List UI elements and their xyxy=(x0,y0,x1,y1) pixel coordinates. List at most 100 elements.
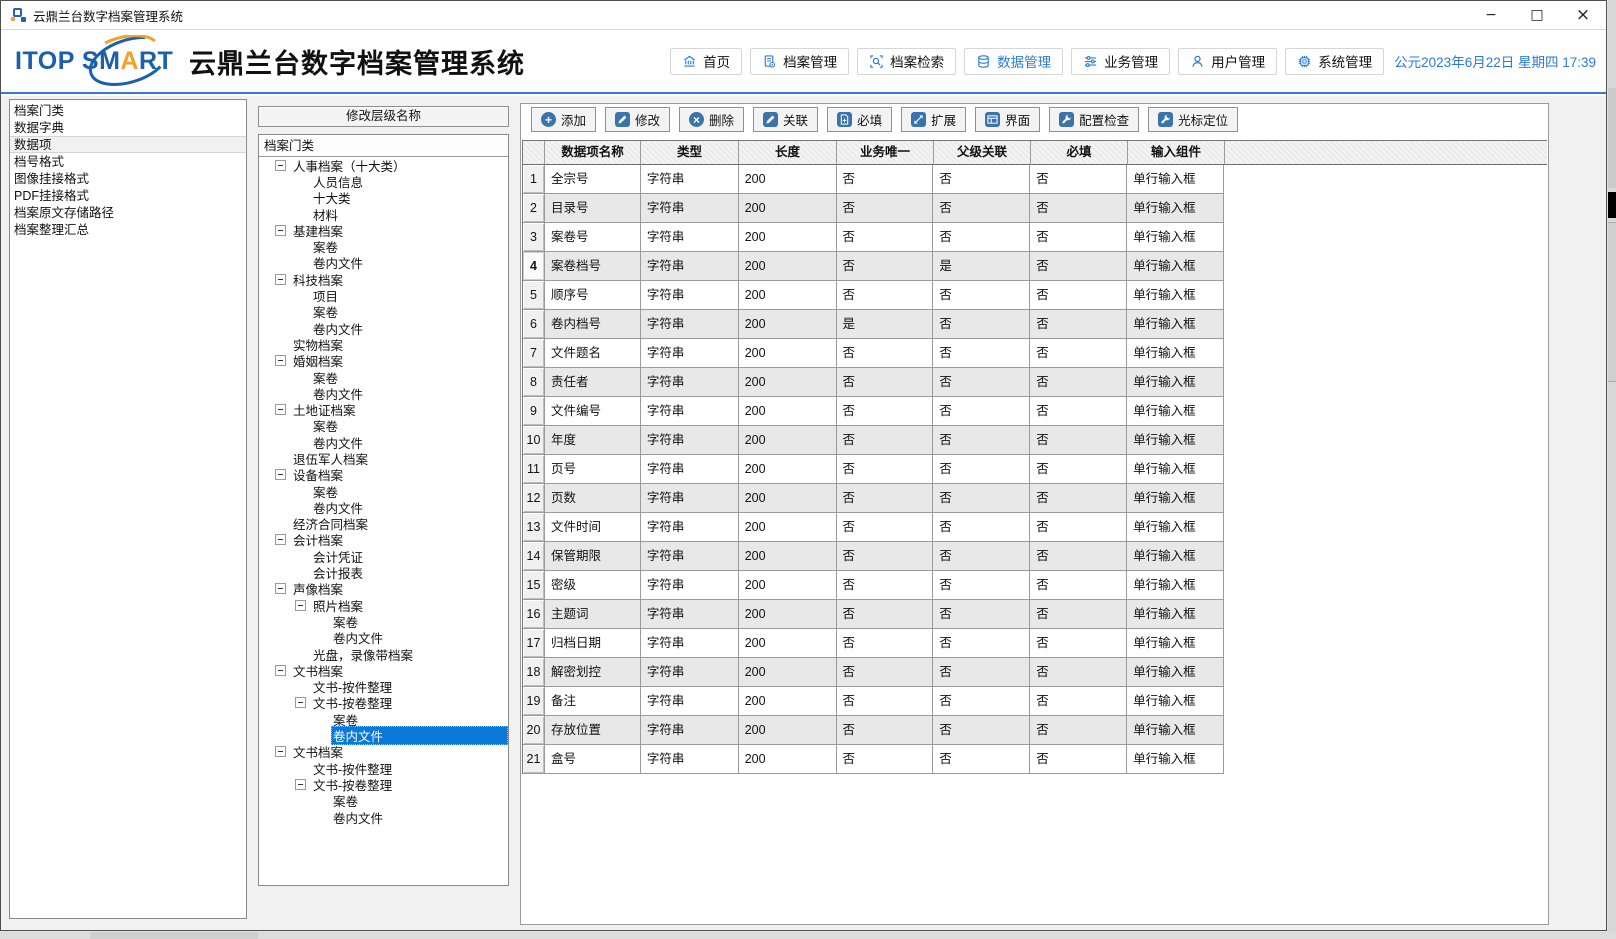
tree-node[interactable]: 案卷 xyxy=(259,793,508,809)
row-number-cell[interactable]: 11 xyxy=(523,455,545,484)
table-row[interactable]: 18解密划控字符串200否否否单行输入框 xyxy=(522,658,1224,687)
tree-node[interactable]: 卷内文件 xyxy=(259,630,508,646)
table-row[interactable]: 4案卷档号字符串200否是否单行输入框 xyxy=(522,252,1224,281)
tree-node[interactable]: 材料 xyxy=(259,206,508,222)
config-check-button[interactable]: 配置检查 xyxy=(1049,107,1139,132)
row-number-cell[interactable]: 19 xyxy=(523,687,545,716)
tree-node[interactable]: 会计报表 xyxy=(259,564,508,580)
table-row[interactable]: 12页数字符串200否否否单行输入框 xyxy=(522,484,1224,513)
column-header[interactable]: 长度 xyxy=(739,141,837,165)
sidebar-item[interactable]: PDF挂接格式 xyxy=(10,187,246,204)
tree-expand-toggle[interactable] xyxy=(295,779,306,790)
tree-node[interactable]: 会计档案 xyxy=(259,532,508,548)
row-number-cell[interactable]: 21 xyxy=(523,745,545,774)
nav-button-data[interactable]: 数据管理 xyxy=(964,48,1063,75)
tree-node[interactable]: 科技档案 xyxy=(259,271,508,287)
table-row[interactable]: 11页号字符串200否否否单行输入框 xyxy=(522,455,1224,484)
row-number-cell[interactable]: 16 xyxy=(523,600,545,629)
tree-expand-toggle[interactable] xyxy=(275,404,286,415)
table-row[interactable]: 10年度字符串200否否否单行输入框 xyxy=(522,426,1224,455)
table-row[interactable]: 8责任者字符串200否否否单行输入框 xyxy=(522,368,1224,397)
tree-node[interactable]: 文书-按件整理 xyxy=(259,760,508,776)
nav-button-archive[interactable]: 档案管理 xyxy=(750,48,849,75)
nav-button-home[interactable]: 首页 xyxy=(670,48,742,75)
title-bar[interactable]: 云鼎兰台数字档案管理系统 − □ × xyxy=(1,1,1606,30)
table-row[interactable]: 6卷内档号字符串200是否否单行输入框 xyxy=(522,310,1224,339)
tree-node[interactable]: 声像档案 xyxy=(259,581,508,597)
sidebar-item[interactable]: 档案原文存储路径 xyxy=(10,204,246,221)
row-number-cell[interactable]: 5 xyxy=(523,281,545,310)
row-number-cell[interactable]: 18 xyxy=(523,658,545,687)
tree-node[interactable]: 案卷 xyxy=(259,238,508,254)
tree-expand-toggle[interactable] xyxy=(275,534,286,545)
column-header[interactable]: 输入组件 xyxy=(1128,141,1225,165)
tree-expand-toggle[interactable] xyxy=(295,697,306,708)
edit-button[interactable]: 修改 xyxy=(605,107,670,132)
table-row[interactable]: 21盒号字符串200否否否单行输入框 xyxy=(522,745,1224,774)
row-number-cell[interactable]: 1 xyxy=(523,165,545,194)
tree-node[interactable]: 文书档案 xyxy=(259,744,508,760)
tree-expand-toggle[interactable] xyxy=(295,600,306,611)
row-number-cell[interactable]: 15 xyxy=(523,571,545,600)
tree-node[interactable]: 会计凭证 xyxy=(259,548,508,564)
tree-node[interactable]: 卷内文件 xyxy=(259,809,508,825)
tree-expand-toggle[interactable] xyxy=(275,469,286,480)
row-number-cell[interactable]: 9 xyxy=(523,397,545,426)
close-button[interactable]: × xyxy=(1560,1,1606,29)
tree-node[interactable]: 十大类 xyxy=(259,190,508,206)
tree-node[interactable]: 退伍军人档案 xyxy=(259,450,508,466)
rename-level-button[interactable]: 修改层级名称 xyxy=(258,106,509,127)
nav-button-search[interactable]: 档案检索 xyxy=(857,48,956,75)
tree-node[interactable]: 案卷 xyxy=(259,483,508,499)
tree-node[interactable]: 基建档案 xyxy=(259,222,508,238)
tree-expand-toggle[interactable] xyxy=(275,225,286,236)
tree-node[interactable]: 人员信息 xyxy=(259,173,508,189)
column-header[interactable]: 父级关联 xyxy=(934,141,1031,165)
tree-node[interactable]: 经济合同档案 xyxy=(259,516,508,532)
tree-node[interactable]: 婚姻档案 xyxy=(259,353,508,369)
nav-button-user[interactable]: 用户管理 xyxy=(1178,48,1277,75)
table-row[interactable]: 17归档日期字符串200否否否单行输入框 xyxy=(522,629,1224,658)
table-row[interactable]: 14保管期限字符串200否否否单行输入框 xyxy=(522,542,1224,571)
tree-node[interactable]: 案卷 xyxy=(259,369,508,385)
tree-node[interactable]: 照片档案 xyxy=(259,597,508,613)
tree-node[interactable]: 案卷 xyxy=(259,613,508,629)
maximize-button[interactable]: □ xyxy=(1514,1,1560,29)
nav-button-system[interactable]: 系统管理 xyxy=(1285,48,1384,75)
tree-node[interactable]: 文书-按卷整理 xyxy=(259,695,508,711)
table-row[interactable]: 2目录号字符串200否否否单行输入框 xyxy=(522,194,1224,223)
tree-node[interactable]: 设备档案 xyxy=(259,467,508,483)
row-number-cell[interactable]: 13 xyxy=(523,513,545,542)
table-row[interactable]: 9文件编号字符串200否否否单行输入框 xyxy=(522,397,1224,426)
tree-expand-toggle[interactable] xyxy=(275,160,286,171)
table-row[interactable]: 15密级字符串200否否否单行输入框 xyxy=(522,571,1224,600)
tree-node[interactable]: 卷内文件 xyxy=(259,320,508,336)
sidebar-item[interactable]: 档号格式 xyxy=(10,153,246,170)
sidebar-item[interactable]: 档案整理汇总 xyxy=(10,221,246,238)
tree-node[interactable]: 卷内文件 xyxy=(259,255,508,271)
tree-node[interactable]: 卷内文件 xyxy=(259,434,508,450)
extend-button[interactable]: 扩展 xyxy=(901,107,966,132)
nav-button-business[interactable]: 业务管理 xyxy=(1071,48,1170,75)
sidebar-item[interactable]: 图像挂接格式 xyxy=(10,170,246,187)
row-number-cell[interactable]: 12 xyxy=(523,484,545,513)
row-number-cell[interactable]: 17 xyxy=(523,629,545,658)
add-button[interactable]: +添加 xyxy=(531,107,596,132)
tree-expand-toggle[interactable] xyxy=(275,746,286,757)
table-row[interactable]: 20存放位置字符串200否否否单行输入框 xyxy=(522,716,1224,745)
tree-node[interactable]: 卷内文件 xyxy=(259,385,508,401)
tree-node[interactable]: 文书档案 xyxy=(259,662,508,678)
tree-expand-toggle[interactable] xyxy=(275,274,286,285)
table-row[interactable]: 13文件时间字符串200否否否单行输入框 xyxy=(522,513,1224,542)
tree-node[interactable]: 文书-按件整理 xyxy=(259,679,508,695)
table-row[interactable]: 3案卷号字符串200否否否单行输入框 xyxy=(522,223,1224,252)
row-number-cell[interactable]: 3 xyxy=(523,223,545,252)
tree-node[interactable]: 实物档案 xyxy=(259,336,508,352)
minimize-button[interactable]: − xyxy=(1468,1,1514,29)
row-number-cell[interactable]: 4 xyxy=(523,252,545,281)
tree-node[interactable]: 案卷 xyxy=(259,418,508,434)
table-row[interactable]: 7文件题名字符串200否否否单行输入框 xyxy=(522,339,1224,368)
row-number-cell[interactable]: 20 xyxy=(523,716,545,745)
tree-node[interactable]: 项目 xyxy=(259,287,508,303)
row-number-cell[interactable]: 2 xyxy=(523,194,545,223)
